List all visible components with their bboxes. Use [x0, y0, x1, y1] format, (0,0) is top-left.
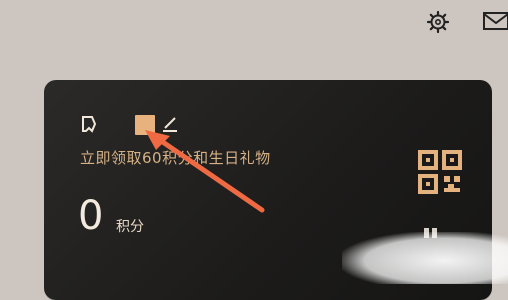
- edit-icon[interactable]: [160, 113, 180, 133]
- points-label: 积分: [116, 219, 144, 235]
- promo-text[interactable]: 立即领取60积分和生日礼物: [80, 147, 271, 168]
- gear-icon[interactable]: [426, 10, 450, 34]
- points-value: 0: [78, 193, 104, 239]
- username-placeholder[interactable]: [135, 115, 155, 135]
- mail-icon[interactable]: [482, 10, 508, 32]
- qr-code-icon[interactable]: [418, 150, 462, 194]
- badge-icon: [82, 116, 97, 133]
- watermark-blur: [342, 232, 508, 284]
